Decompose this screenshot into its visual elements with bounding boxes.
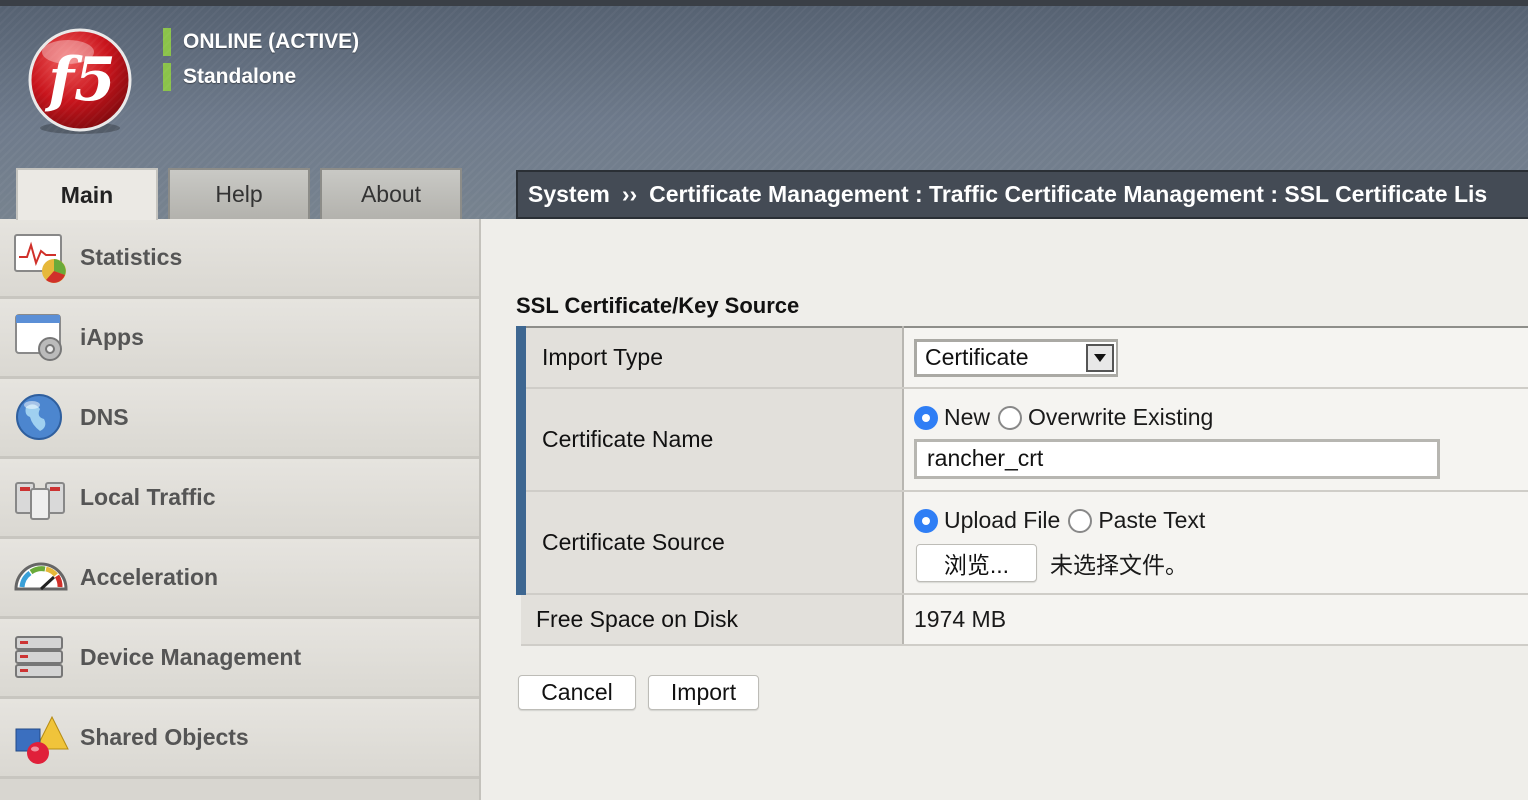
statistics-icon	[14, 233, 66, 283]
sidebar-item-shared-objects[interactable]: Shared Objects	[0, 699, 479, 779]
file-status: 未选择文件。	[1050, 551, 1188, 578]
sidebar-item-dns[interactable]: DNS	[0, 379, 479, 459]
form-row-free-space: Free Space on Disk 1974 MB	[521, 594, 1528, 646]
file-chooser: 浏览... 未选择文件。	[914, 543, 1528, 582]
local-traffic-icon	[15, 481, 65, 520]
sidebar-item-local-traffic[interactable]: Local Traffic	[0, 459, 479, 539]
f5-logo-icon[interactable]: f5	[24, 24, 136, 136]
sidebar-item-label: DNS	[80, 404, 129, 430]
tab-help[interactable]: Help	[168, 168, 310, 219]
sidebar-item-device-management[interactable]: Device Management	[0, 619, 479, 699]
sidebar-item-acceleration[interactable]: Acceleration	[0, 539, 479, 619]
breadcrumb: System ›› Certificate Management : Traff…	[516, 170, 1528, 219]
sidebar-item-label: Local Traffic	[80, 484, 216, 510]
import-button[interactable]: Import	[648, 675, 759, 710]
dns-globe-icon	[16, 393, 62, 440]
radio-upload-file-label[interactable]: Upload File	[944, 507, 1060, 534]
radio-new[interactable]	[914, 405, 938, 430]
certificate-name-input[interactable]	[914, 438, 1440, 479]
radio-paste-text[interactable]	[1068, 508, 1093, 533]
browse-button[interactable]: 浏览...	[916, 543, 1037, 582]
certificate-source-cell: Upload File Paste Text 浏览... 未选择文件。	[903, 491, 1528, 595]
radio-overwrite-existing[interactable]	[998, 405, 1023, 430]
certificate-name-options: New Overwrite Existing	[914, 401, 1528, 435]
radio-paste-text-label[interactable]: Paste Text	[1098, 507, 1205, 534]
sidebar: Statistics iApps DNS Local Traffic Accel…	[0, 219, 481, 800]
breadcrumb-separator: ››	[621, 181, 638, 207]
free-space-label: Free Space on Disk	[521, 594, 904, 646]
chevron-down-icon[interactable]	[1086, 343, 1114, 372]
section-title: SSL Certificate/Key Source	[516, 293, 800, 318]
import-type-value: Certificate	[925, 344, 1029, 370]
certificate-name-cell: New Overwrite Existing	[903, 388, 1528, 492]
status-online: ONLINE (ACTIVE)	[163, 28, 359, 56]
certificate-name-label: Certificate Name	[516, 388, 904, 492]
sidebar-item-iapps[interactable]: iApps	[0, 299, 479, 379]
form-actions: Cancel Import	[518, 675, 759, 710]
radio-new-label[interactable]: New	[944, 404, 990, 431]
device-status: ONLINE (ACTIVE) Standalone	[163, 28, 359, 98]
form-row-certificate-source: Certificate Source Upload File Paste Tex…	[516, 491, 1528, 595]
import-type-label: Import Type	[516, 327, 904, 389]
certificate-source-label: Certificate Source	[516, 491, 904, 595]
sidebar-item-label: Acceleration	[80, 564, 219, 590]
status-mode: Standalone	[163, 63, 359, 91]
form-row-certificate-name: Certificate Name New Overwrite Existing	[516, 388, 1528, 492]
tab-main[interactable]: Main	[16, 168, 158, 220]
import-type-select[interactable]: Certificate	[914, 338, 1118, 377]
certificate-source-options: Upload File Paste Text	[914, 504, 1528, 538]
import-type-cell: Certificate	[903, 327, 1528, 389]
radio-upload-file[interactable]	[914, 508, 938, 533]
ssl-import-form: Import Type Certificate Certificate Name…	[516, 326, 1528, 646]
device-management-icon	[15, 635, 63, 678]
acceleration-gauge-icon	[14, 562, 68, 590]
tab-about[interactable]: About	[320, 168, 462, 219]
sidebar-item-label: Shared Objects	[80, 724, 249, 750]
breadcrumb-root[interactable]: System	[528, 181, 610, 208]
main-content: SSL Certificate/Key Source Import Type C…	[481, 219, 1528, 800]
shared-objects-icon	[15, 715, 69, 764]
svg-text:f5: f5	[44, 45, 116, 115]
sidebar-item-label: iApps	[80, 324, 144, 350]
cancel-button[interactable]: Cancel	[518, 675, 636, 710]
top-tabs: Main Help About	[16, 168, 462, 220]
sidebar-item-statistics[interactable]: Statistics	[0, 219, 479, 299]
sidebar-item-label: Statistics	[80, 244, 183, 270]
form-row-import-type: Import Type Certificate	[516, 327, 1528, 389]
iapps-icon	[15, 313, 62, 361]
radio-overwrite-existing-label[interactable]: Overwrite Existing	[1028, 404, 1213, 431]
sidebar-item-label: Device Management	[80, 644, 302, 670]
free-space-value: 1974 MB	[903, 594, 1528, 646]
breadcrumb-path: Certificate Management : Traffic Certifi…	[649, 181, 1488, 207]
